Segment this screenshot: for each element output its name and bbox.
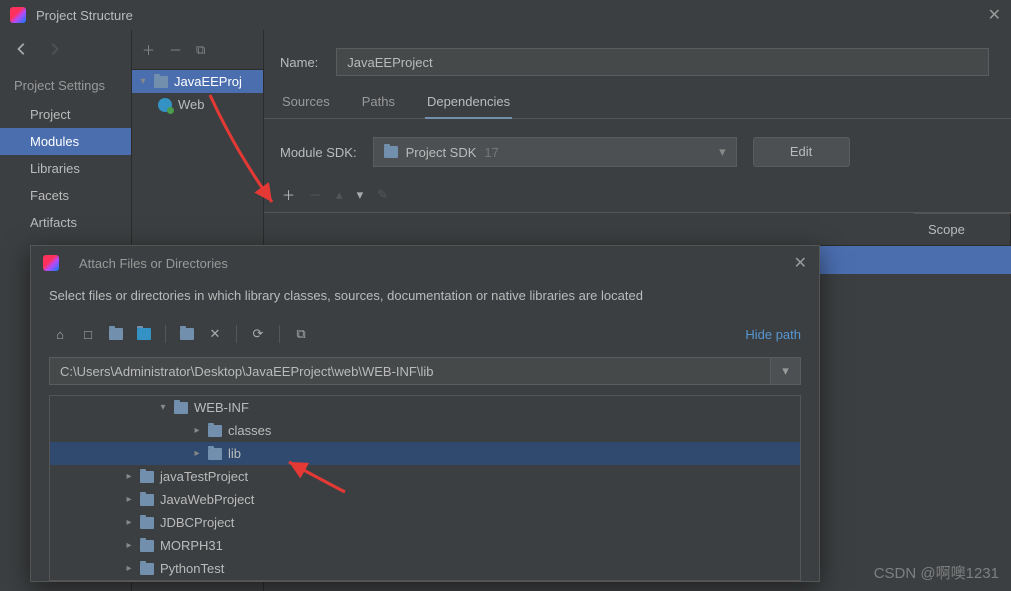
tree-label: JDBCProject (160, 515, 234, 530)
delete-icon[interactable]: ✕ (204, 323, 226, 345)
dialog-title: Attach Files or Directories (79, 256, 784, 271)
tree-row[interactable]: ▸ MORPH31 (50, 534, 800, 557)
module-icon[interactable] (133, 323, 155, 345)
sidebar-item-project[interactable]: Project (0, 101, 131, 128)
folder-icon (140, 517, 154, 529)
deps-table-header: Export Scope (264, 213, 1011, 246)
chevron-down-icon: ▾ (138, 76, 148, 87)
close-icon[interactable]: ✕ (988, 5, 1001, 25)
chevron-down-icon: ▾ (158, 402, 168, 413)
edit-icon[interactable]: ✎ (377, 187, 388, 203)
down-icon[interactable]: ▾ (357, 187, 364, 203)
chevron-down-icon: ▾ (719, 144, 726, 160)
sidebar-item-modules[interactable]: Modules (0, 128, 131, 155)
tree-label: lib (228, 446, 241, 461)
plus-icon[interactable]: ＋ (282, 185, 295, 204)
tree-label: PythonTest (160, 561, 224, 576)
new-folder-icon[interactable] (176, 323, 198, 345)
up-icon[interactable]: ▴ (336, 187, 343, 203)
chevron-right-icon: ▸ (124, 471, 134, 482)
tree-row[interactable]: ▸ JDBCProject (50, 511, 800, 534)
folder-icon (208, 448, 222, 460)
copy-icon[interactable]: ⧉ (196, 42, 205, 58)
module-child-label: Web (178, 97, 205, 112)
web-icon (158, 98, 172, 112)
chevron-right-icon: ▸ (192, 425, 202, 436)
folder-icon (140, 540, 154, 552)
back-icon[interactable] (15, 42, 29, 59)
folder-icon (174, 402, 188, 414)
sdk-select[interactable]: Project SDK 17 ▾ (373, 137, 737, 167)
section-header: Project Settings (0, 70, 131, 101)
tab-sources[interactable]: Sources (280, 94, 332, 118)
col-scope: Scope (914, 213, 1011, 245)
window-title: Project Structure (36, 8, 988, 23)
chevron-right-icon: ▸ (124, 540, 134, 551)
add-icon[interactable]: ＋ (142, 40, 155, 59)
tree-row[interactable]: ▸ javaTestProject (50, 465, 800, 488)
sidebar-item-artifacts[interactable]: Artifacts (0, 209, 131, 236)
tab-paths[interactable]: Paths (360, 94, 397, 118)
remove-icon[interactable]: － (169, 40, 182, 59)
sdk-label: Module SDK: (280, 145, 357, 160)
folder-icon (384, 146, 398, 158)
module-name-input[interactable] (336, 48, 989, 76)
chevron-right-icon: ▸ (124, 517, 134, 528)
file-tree[interactable]: ▾ WEB-INF ▸ classes ▸ lib ▸ javaTestProject ▸ Jav… (49, 395, 801, 581)
home-icon[interactable]: ⌂ (49, 323, 71, 345)
sidebar-item-facets[interactable]: Facets (0, 182, 131, 209)
name-label: Name: (280, 55, 318, 70)
sdk-version: 17 (484, 145, 498, 160)
sdk-value: Project SDK (406, 145, 477, 160)
folder-icon (208, 425, 222, 437)
path-input[interactable] (49, 357, 771, 385)
refresh-icon[interactable]: ⟳ (247, 323, 269, 345)
path-dropdown[interactable]: ▾ (771, 357, 801, 385)
chevron-right-icon: ▸ (124, 494, 134, 505)
sidebar-item-libraries[interactable]: Libraries (0, 155, 131, 182)
show-hidden-icon[interactable]: ⧉ (290, 323, 312, 345)
tree-row[interactable]: ▸ PythonTest (50, 557, 800, 580)
close-icon[interactable]: ✕ (794, 253, 807, 273)
tree-label: classes (228, 423, 271, 438)
tree-label: WEB-INF (194, 400, 249, 415)
tree-row[interactable]: ▸ JavaWebProject (50, 488, 800, 511)
chevron-right-icon: ▸ (192, 448, 202, 459)
attach-dialog: Attach Files or Directories ✕ Select fil… (30, 245, 820, 582)
tree-label: MORPH31 (160, 538, 223, 553)
project-icon[interactable] (105, 323, 127, 345)
tab-dependencies[interactable]: Dependencies (425, 94, 512, 119)
tree-label: javaTestProject (160, 469, 248, 484)
dialog-description: Select files or directories in which lib… (31, 280, 819, 317)
tree-label: JavaWebProject (160, 492, 254, 507)
desktop-icon[interactable]: □ (77, 323, 99, 345)
tree-row[interactable]: ▾ WEB-INF (50, 396, 800, 419)
forward-icon (47, 42, 61, 59)
folder-icon (154, 76, 168, 88)
hide-path-link[interactable]: Hide path (745, 327, 801, 342)
tree-row[interactable]: ▸ classes (50, 419, 800, 442)
folder-icon (140, 494, 154, 506)
folder-icon (140, 563, 154, 575)
module-label: JavaEEProj (174, 74, 242, 89)
tree-row[interactable]: ▸ lib (50, 442, 800, 465)
module-child-web[interactable]: Web (132, 93, 263, 116)
intellij-icon (43, 255, 59, 271)
folder-icon (140, 471, 154, 483)
intellij-icon (10, 7, 26, 23)
module-node[interactable]: ▾ JavaEEProj (132, 70, 263, 93)
edit-button[interactable]: Edit (753, 137, 850, 167)
minus-icon[interactable]: － (309, 185, 322, 204)
chevron-right-icon: ▸ (124, 563, 134, 574)
